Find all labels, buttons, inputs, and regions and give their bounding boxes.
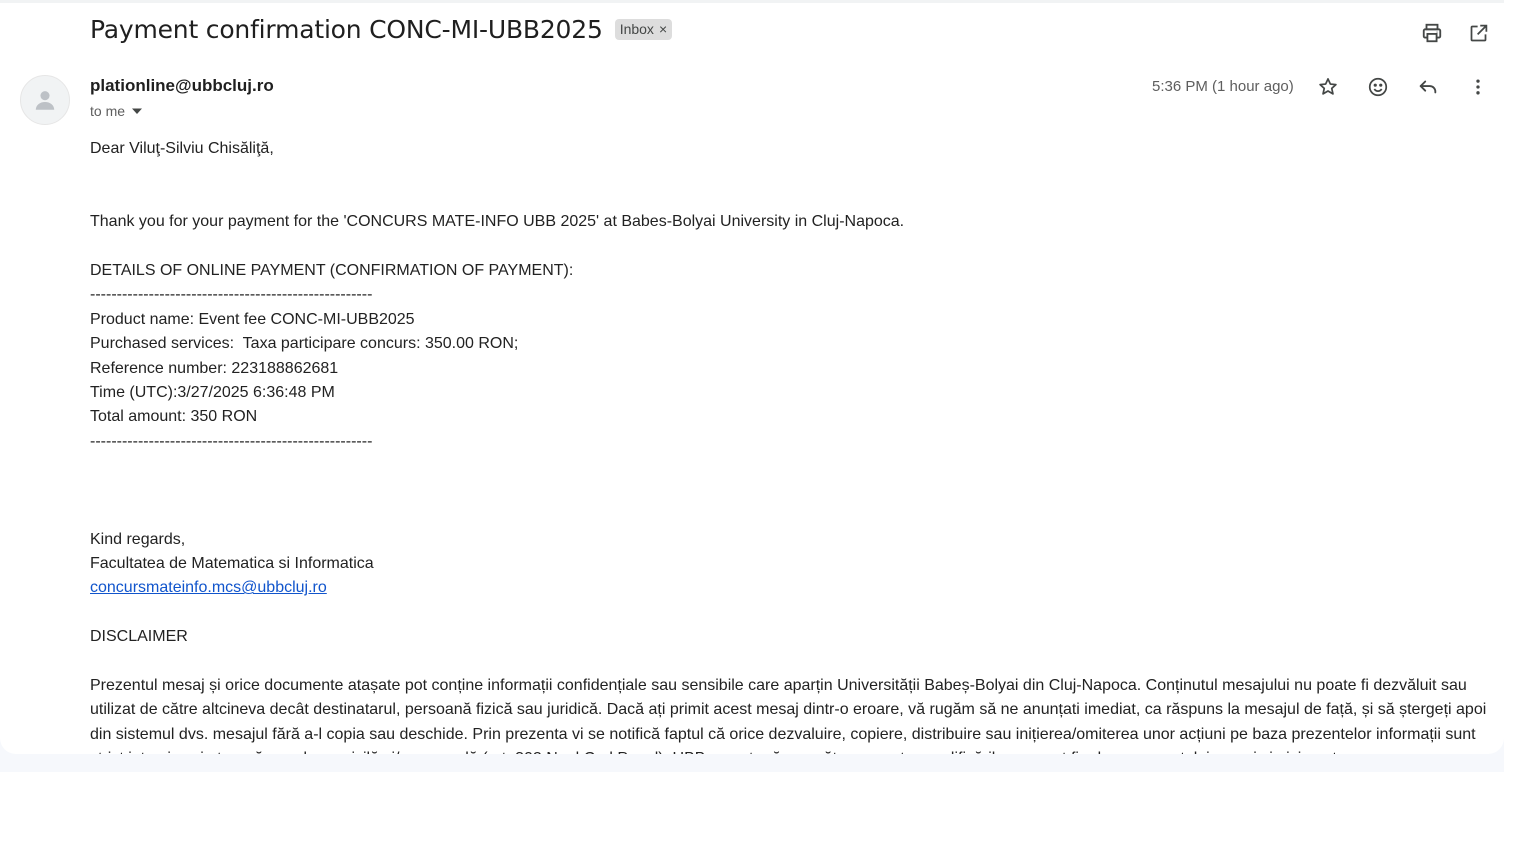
message-actions — [1316, 75, 1490, 99]
time-utc-line: Time (UTC):3/27/2025 6:36:48 PM — [90, 384, 335, 402]
person-icon[interactable] — [20, 75, 70, 125]
email-line: concursmateinfo.mcs@ubbcluj.ro — [90, 576, 1495, 600]
message-timestamp: 5:36 PM (1 hour ago) — [1152, 78, 1294, 95]
sender-address[interactable]: plationline@ubbcluj.ro — [90, 76, 274, 96]
details-title: DETAILS OF ONLINE PAYMENT (CONFIRMATION … — [90, 262, 574, 280]
reply-icon[interactable] — [1416, 75, 1440, 99]
subject-row: Payment confirmation CONC-MI-UBB2025 Inb… — [90, 15, 673, 44]
contact-email-link[interactable]: concursmateinfo.mcs@ubbcluj.ro — [90, 579, 327, 596]
disclaimer-title: DISCLAIMER — [90, 628, 188, 646]
recipient-details[interactable]: to me — [90, 103, 143, 119]
label-name: Inbox — [619, 21, 654, 37]
separator-line: ----------------------------------------… — [90, 432, 373, 450]
thread-actions — [1420, 21, 1490, 45]
services-line: Purchased services: Taxa participare con… — [90, 335, 519, 353]
reference-line: Reference number: 223188862681 — [90, 359, 339, 377]
emoji-icon[interactable] — [1366, 75, 1390, 99]
separator-line: ----------------------------------------… — [90, 286, 373, 304]
inbox-label-chip[interactable]: Inbox × — [614, 19, 673, 40]
mail-viewport: Payment confirmation CONC-MI-UBB2025 Inb… — [0, 0, 1504, 772]
remove-label-button[interactable]: × — [659, 21, 667, 37]
thank-you-line: Thank you for your payment for the 'CONC… — [90, 213, 905, 231]
message-body: Dear Viluţ-Silviu Chisăliţă, Thank you f… — [90, 137, 1495, 754]
regards-line: Kind regards, — [90, 530, 186, 548]
caret-down-icon[interactable] — [131, 107, 143, 115]
faculty-line: Facultatea de Matematica si Informatica — [90, 554, 374, 572]
message-card: Payment confirmation CONC-MI-UBB2025 Inb… — [0, 0, 1504, 754]
print-icon[interactable] — [1420, 21, 1444, 45]
recipient-label: to me — [90, 103, 126, 119]
greeting: Dear Viluţ-Silviu Chisăliţă, — [90, 140, 274, 157]
email-subject: Payment confirmation CONC-MI-UBB2025 — [90, 15, 603, 44]
total-line: Total amount: 350 RON — [90, 408, 258, 426]
star-icon[interactable] — [1316, 75, 1340, 99]
disclaimer-text: Prezentul mesaj și orice documente atașa… — [90, 676, 1487, 754]
open-in-new-window-icon[interactable] — [1466, 21, 1490, 45]
product-line: Product name: Event fee CONC-MI-UBB2025 — [90, 310, 415, 328]
more-vert-icon[interactable] — [1466, 75, 1490, 99]
